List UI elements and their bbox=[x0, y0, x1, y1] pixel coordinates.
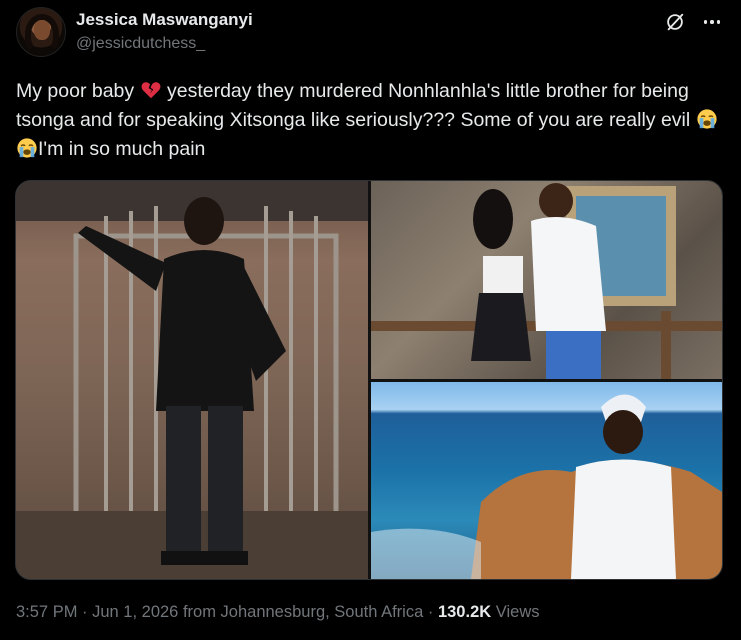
views-label: Views bbox=[495, 603, 540, 621]
photo-young-man-by-ocean-illustration bbox=[371, 394, 722, 579]
photo-couple-at-viewpoint[interactable] bbox=[371, 181, 722, 379]
views-count: 130.2K bbox=[437, 603, 492, 621]
grok-icon[interactable] bbox=[664, 11, 686, 33]
tweet-text-part3: I'm in so much pain bbox=[38, 138, 206, 160]
avatar[interactable] bbox=[16, 7, 66, 57]
separator-dot: · bbox=[77, 603, 93, 621]
photo-young-man-at-gate-illustration bbox=[16, 181, 368, 579]
media-grid bbox=[15, 180, 723, 580]
avatar-face bbox=[34, 20, 50, 40]
photo-couple-at-viewpoint-illustration bbox=[371, 183, 722, 379]
tweet-time[interactable]: 3:57 PM bbox=[16, 603, 77, 621]
photo-young-man-by-ocean[interactable] bbox=[371, 382, 722, 579]
tweet-meta: 3:57 PM · Jun 1, 2026 from Johannesburg,… bbox=[16, 600, 539, 624]
tweet-text: My poor baby yesterday they murdered Non… bbox=[16, 77, 728, 164]
separator-dot: · bbox=[423, 603, 438, 621]
loudly-crying-face-emoji bbox=[697, 109, 717, 129]
broken-heart-emoji bbox=[141, 82, 160, 99]
handle[interactable]: @jessicdutchess_ bbox=[76, 33, 253, 55]
tweet-date[interactable]: Jun 1, 2026 bbox=[92, 603, 178, 621]
tweet-location: from Johannesburg, South Africa bbox=[182, 603, 424, 621]
photo-young-man-at-gate[interactable] bbox=[16, 181, 368, 579]
more-icon[interactable] bbox=[700, 10, 724, 34]
display-name[interactable]: Jessica Maswanganyi bbox=[76, 9, 253, 31]
author-block: Jessica Maswanganyi @jessicdutchess_ bbox=[76, 9, 253, 55]
loudly-crying-face-emoji bbox=[17, 138, 37, 158]
tweet-text-part1: My poor baby bbox=[16, 80, 140, 102]
